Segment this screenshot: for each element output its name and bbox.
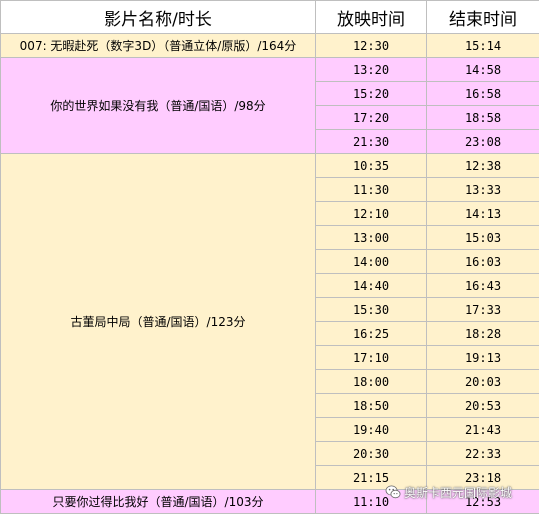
movie-title-cell: 只要你过得比我好（普通/国语）/103分 [0,489,316,514]
end-time-cell: 17:33 [426,297,539,322]
table-row: 只要你过得比我好（普通/国语）/103分 11:10 12:53 [0,489,539,514]
end-time-cell: 12:53 [426,489,539,514]
start-time-cell: 16:25 [315,321,427,346]
start-time-cell: 21:30 [315,129,427,154]
header-row: 影片名称/时长 放映时间 结束时间 [0,0,539,34]
end-time-cell: 21:43 [426,417,539,442]
end-time-cell: 18:28 [426,321,539,346]
end-time-cell: 20:53 [426,393,539,418]
start-time-cell: 14:40 [315,273,427,298]
end-time-cell: 16:58 [426,81,539,106]
start-time-cell: 19:40 [315,417,427,442]
start-time-cell: 10:35 [315,153,427,178]
table-row: 007: 无暇赴死（数字3D）（普通立体/原版）/164分 12:30 15:14 [0,33,539,58]
end-time-cell: 14:58 [426,57,539,82]
end-time-cell: 14:13 [426,201,539,226]
end-time-cell: 23:08 [426,129,539,154]
end-time-cell: 13:33 [426,177,539,202]
end-time-cell: 20:03 [426,369,539,394]
schedule-body: 007: 无暇赴死（数字3D）（普通立体/原版）/164分 12:30 15:14 你… [0,33,539,514]
table-row: 古董局中局（普通/国语）/123分 10:35 12:38 [0,153,539,490]
start-time-cell: 13:00 [315,225,427,250]
start-time-cell: 11:30 [315,177,427,202]
end-time-cell: 16:43 [426,273,539,298]
start-time-cell: 17:20 [315,105,427,130]
header-movie: 影片名称/时长 [0,0,316,34]
start-time-cell: 14:00 [315,249,427,274]
end-time-cell: 16:03 [426,249,539,274]
end-time-cell: 15:03 [426,225,539,250]
header-end-time: 结束时间 [426,0,539,34]
movie-title-cell: 古董局中局（普通/国语）/123分 [0,153,316,490]
end-time-cell: 19:13 [426,345,539,370]
start-time-cell: 15:20 [315,81,427,106]
end-time-cell: 23:18 [426,465,539,490]
table-row: 你的世界如果没有我（普通/国语）/98分 13:20 14:58 [0,57,539,154]
start-time-cell: 20:30 [315,441,427,466]
header-start-time: 放映时间 [315,0,427,34]
start-time-cell: 21:15 [315,465,427,490]
start-time-cell: 18:00 [315,369,427,394]
end-time-cell: 22:33 [426,441,539,466]
start-time-cell: 13:20 [315,57,427,82]
start-time-cell: 11:10 [315,489,427,514]
start-time-cell: 15:30 [315,297,427,322]
start-time-cell: 12:10 [315,201,427,226]
movie-title-cell: 007: 无暇赴死（数字3D）（普通立体/原版）/164分 [0,33,316,58]
start-time-cell: 17:10 [315,345,427,370]
end-time-cell: 18:58 [426,105,539,130]
start-time-cell: 12:30 [315,33,427,58]
movie-title-cell: 你的世界如果没有我（普通/国语）/98分 [0,57,316,154]
end-time-cell: 12:38 [426,153,539,178]
end-time-cell: 15:14 [426,33,539,58]
start-time-cell: 18:50 [315,393,427,418]
showtime-table: 影片名称/时长 放映时间 结束时间 007: 无暇赴死（数字3D）（普通立体/原… [0,0,539,514]
